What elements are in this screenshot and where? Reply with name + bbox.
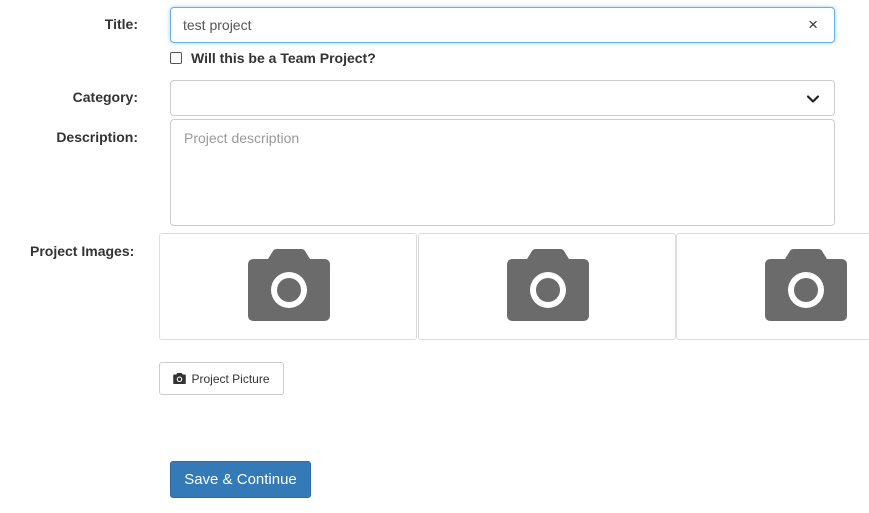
category-label: Category:	[72, 89, 138, 105]
save-continue-button-label: Save & Continue	[184, 471, 297, 488]
chevron-down-icon	[806, 95, 820, 103]
camera-icon	[248, 249, 330, 321]
image-tile-2[interactable]	[418, 233, 676, 340]
description-label: Description:	[56, 129, 138, 145]
clear-icon[interactable]: ×	[808, 16, 818, 34]
project-images-label: Project Images:	[30, 243, 135, 259]
team-project-checkbox-row[interactable]: Will this be a Team Project?	[170, 50, 376, 66]
team-project-checkbox-label: Will this be a Team Project?	[191, 50, 376, 66]
category-select[interactable]	[170, 80, 835, 116]
image-tile-3[interactable]	[676, 233, 869, 340]
camera-icon	[173, 373, 187, 384]
project-form-page: Title: × Will this be a Team Project? Ca…	[0, 0, 869, 513]
save-continue-button[interactable]: Save & Continue	[170, 461, 311, 498]
project-picture-button[interactable]: Project Picture	[159, 362, 284, 395]
title-field[interactable]: ×	[170, 7, 835, 43]
project-picture-button-label: Project Picture	[191, 371, 270, 386]
title-input[interactable]	[183, 8, 783, 42]
camera-icon	[507, 249, 589, 321]
title-label: Title:	[104, 16, 138, 32]
image-tile-1[interactable]	[159, 233, 417, 340]
team-project-checkbox[interactable]	[170, 52, 182, 64]
description-placeholder: Project description	[184, 130, 300, 146]
camera-icon	[765, 249, 847, 321]
description-textarea[interactable]: Project description	[170, 119, 835, 226]
